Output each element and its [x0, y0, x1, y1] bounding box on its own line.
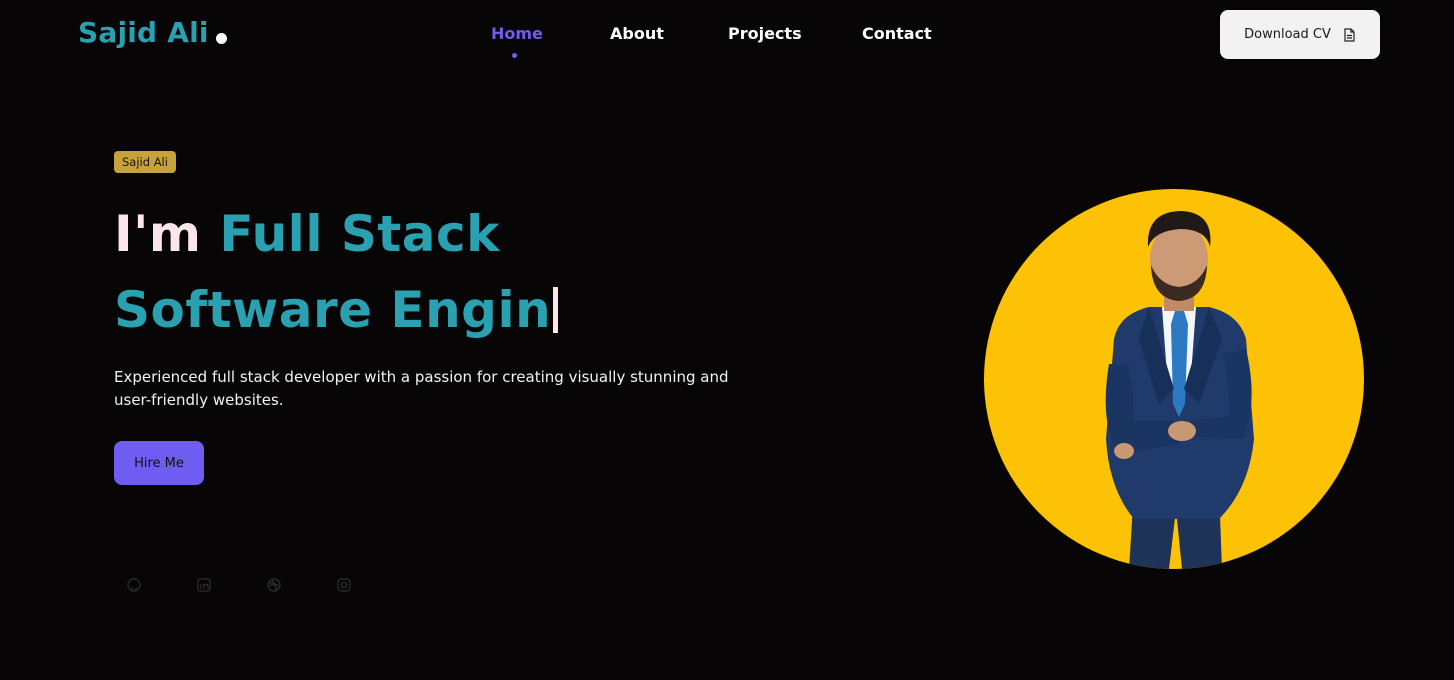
- download-cv-button[interactable]: Download CV: [1220, 10, 1380, 59]
- site-logo[interactable]: Sajid Ali: [78, 16, 227, 49]
- nav-contact-link[interactable]: Contact: [862, 24, 932, 43]
- nav-projects-link[interactable]: Projects: [728, 24, 802, 43]
- github-icon[interactable]: [126, 577, 142, 593]
- linkedin-icon[interactable]: [196, 577, 212, 593]
- headline-lead: I'm: [114, 205, 220, 263]
- logo-text: Sajid Ali: [78, 16, 209, 49]
- name-badge: Sajid Ali: [114, 151, 176, 173]
- typing-cursor: [553, 287, 559, 333]
- nav-about-link[interactable]: About: [610, 24, 664, 43]
- hero-description: Experienced full stack developer with a …: [114, 368, 729, 409]
- logo-dot: [215, 33, 227, 44]
- profile-photo-illustration: [1105, 211, 1254, 569]
- profile-photo: [984, 189, 1364, 569]
- nav-home-link[interactable]: Home: [491, 24, 543, 43]
- dribbble-icon[interactable]: [266, 577, 282, 593]
- document-icon: [1344, 27, 1355, 42]
- hire-me-button[interactable]: Hire Me: [114, 441, 204, 485]
- hero-headline: I'm Full Stack Software Engin: [114, 196, 754, 348]
- instagram-icon[interactable]: [336, 577, 352, 593]
- download-cv-label: Download CV: [1244, 27, 1331, 42]
- active-nav-indicator: [512, 53, 517, 58]
